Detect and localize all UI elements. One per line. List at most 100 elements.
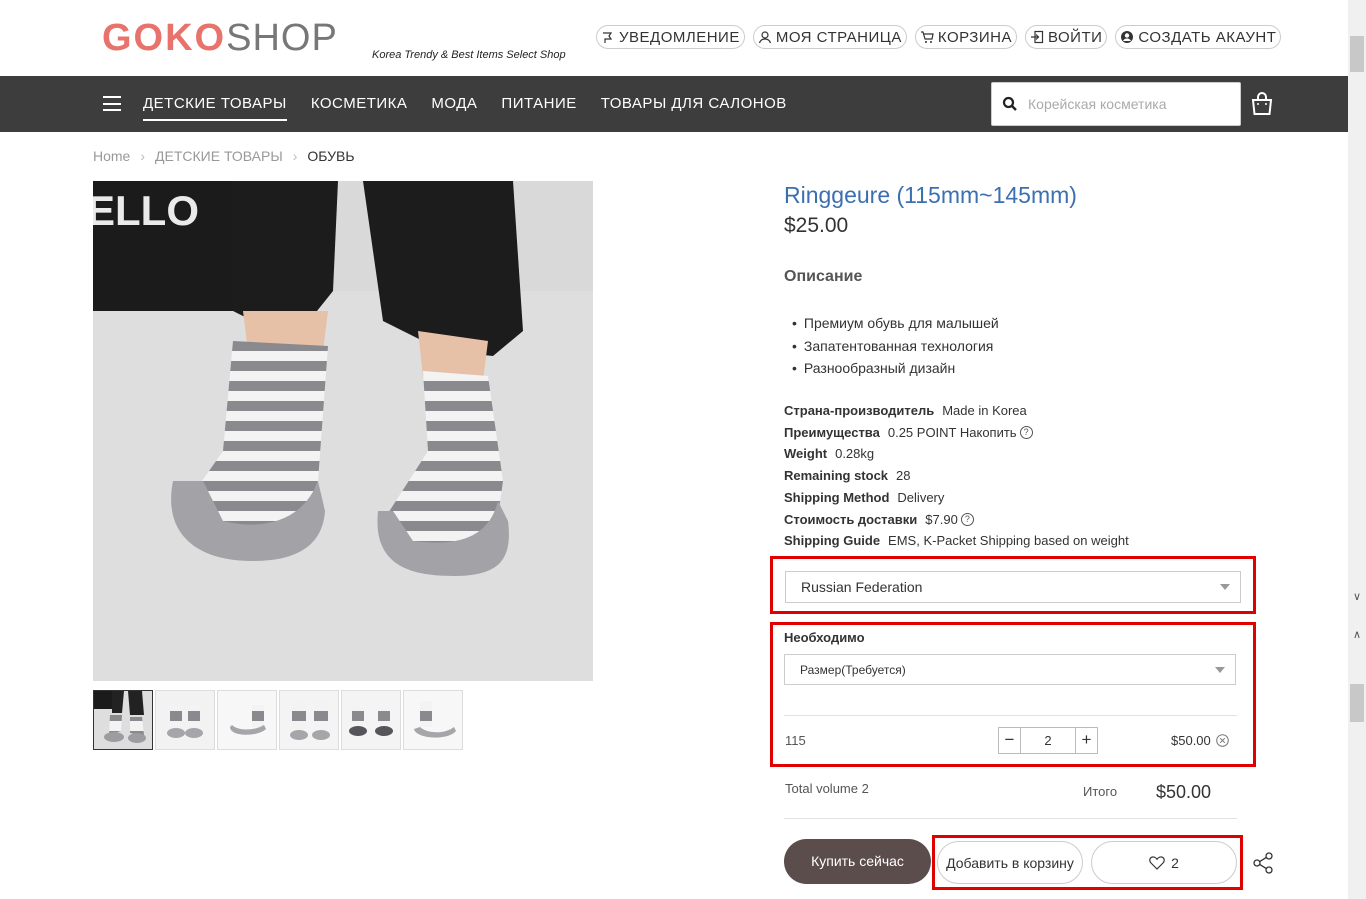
buy-now-button[interactable]: Купить сейчас: [784, 839, 931, 884]
thumbnail[interactable]: [93, 690, 153, 750]
caret-down-icon: [1215, 667, 1225, 673]
wall-text: ELLO: [93, 187, 199, 234]
spec-key: Shipping Guide: [784, 533, 881, 549]
caret-down-icon: [1220, 584, 1230, 590]
wishlist-button[interactable]: 2: [1091, 841, 1237, 884]
selected-option-size: 115: [785, 733, 806, 748]
spec-key: Shipping Method: [784, 489, 890, 505]
search-input[interactable]: [1028, 84, 1228, 124]
description-item: Запатентованная технология: [792, 335, 999, 358]
top-link-mypage-label: МОЯ СТРАНИЦА: [775, 28, 902, 46]
line-price: $50.00: [1171, 733, 1229, 748]
total-value: $50.00: [1156, 782, 1212, 802]
thumbnail[interactable]: [217, 690, 277, 750]
spec-value: 0.25 POINT Накопить: [887, 424, 1017, 440]
top-link-login-label: ВОЙТИ: [1047, 28, 1103, 46]
chevron-right-icon: ›: [140, 148, 146, 164]
scrollbar-thumb-lower[interactable]: [1350, 684, 1364, 722]
spec-row-country: Страна-производитель Made in Korea: [784, 400, 1129, 422]
nav-item-kids[interactable]: ДЕТСКИЕ ТОВАРЫ: [143, 76, 287, 132]
top-link-create-account[interactable]: СОЗДАТЬ АКАУНТ: [1115, 25, 1282, 49]
account-circle-icon: [1121, 31, 1134, 43]
quantity-decrease-button[interactable]: −: [999, 728, 1021, 753]
user-icon: [758, 31, 771, 44]
thumbnail[interactable]: [279, 690, 339, 750]
nav-item-food[interactable]: ПИТАНИЕ: [501, 76, 576, 132]
total-label: Итого: [1083, 784, 1118, 799]
product-price: $25.00: [784, 214, 849, 237]
breadcrumb-home[interactable]: Home: [93, 148, 130, 164]
site-tagline: Korea Trendy & Best Items Select Shop: [372, 49, 566, 61]
spec-key: Преимущества: [784, 424, 880, 440]
top-link-notice[interactable]: УВЕДОМЛЕНИЕ: [596, 25, 745, 49]
shopping-bag-icon[interactable]: [1250, 90, 1274, 116]
thumbnail[interactable]: [341, 690, 401, 750]
wishlist-count: 2: [1171, 854, 1179, 871]
product-photo: ELLO: [93, 181, 593, 681]
description-item: Премиум обувь для малышей: [792, 312, 999, 335]
spec-row-benefits: Преимущества 0.25 POINT Накопить?: [784, 422, 1129, 444]
thumbnail[interactable]: [155, 690, 215, 750]
share-icon[interactable]: [1252, 852, 1274, 874]
nav-item-cosmetics[interactable]: КОСМЕТИКА: [311, 76, 408, 132]
top-link-cart[interactable]: КОРЗИНА: [914, 25, 1017, 49]
breadcrumb: Home › ДЕТСКИЕ ТОВАРЫ › ОБУВЬ: [93, 148, 355, 164]
spec-list: Страна-производитель Made in Korea Преиму…: [784, 400, 1129, 552]
description-heading: Описание: [784, 268, 863, 285]
description-item: Разнообразный дизайн: [792, 357, 999, 380]
spec-row-stock: Remaining stock 28: [784, 465, 1129, 487]
page-scrollbar[interactable]: [1348, 0, 1366, 899]
line-price-value: $50.00: [1171, 733, 1211, 748]
product-title: Ringgeure (115mm~145mm): [784, 182, 1077, 208]
divider: [784, 818, 1237, 819]
menu-icon[interactable]: [103, 96, 121, 111]
heart-icon: [1149, 855, 1165, 870]
top-link-mypage[interactable]: МОЯ СТРАНИЦА: [752, 25, 907, 49]
logo-brand: GOKO: [102, 17, 227, 59]
help-icon[interactable]: ?: [1019, 426, 1033, 440]
login-icon: [1030, 30, 1044, 44]
quantity-increase-button[interactable]: +: [1075, 728, 1097, 753]
spec-key: Weight: [784, 446, 828, 462]
top-link-notice-label: УВЕДОМЛЕНИЕ: [619, 28, 740, 46]
spec-key: Страна-производитель: [784, 403, 935, 418]
description-list: Премиум обувь для малышей Запатентованна…: [792, 312, 999, 380]
help-icon[interactable]: ?: [960, 512, 974, 526]
add-to-cart-button[interactable]: Добавить в корзину: [937, 841, 1083, 884]
thumbnail-strip: [93, 690, 463, 750]
top-header: GOKOSHOP Korea Trendy & Best Items Selec…: [0, 0, 1348, 76]
breadcrumb-current[interactable]: ОБУВЬ: [307, 148, 354, 164]
thumbnail[interactable]: [403, 690, 463, 750]
scrollbar-thumb[interactable]: [1350, 36, 1364, 72]
size-select-value: Размер(Требуется): [800, 662, 906, 677]
page: GOKOSHOP Korea Trendy & Best Items Selec…: [0, 0, 1366, 899]
scroll-down-arrow-icon[interactable]: ∨: [1350, 590, 1364, 604]
top-link-cart-label: КОРЗИНА: [937, 28, 1012, 46]
product-main-image[interactable]: ELLO: [93, 181, 593, 681]
spec-row-weight: Weight 0.28kg: [784, 443, 1129, 465]
nav-item-fashion[interactable]: МОДА: [431, 76, 477, 132]
megaphone-icon: [603, 32, 613, 43]
required-label: Необходимо: [784, 630, 865, 645]
size-select[interactable]: Размер(Требуется): [784, 654, 1236, 685]
remove-icon[interactable]: [1215, 734, 1229, 747]
search-icon[interactable]: [1002, 96, 1018, 112]
country-select[interactable]: Russian Federation: [785, 571, 1241, 603]
quantity-input[interactable]: [1021, 728, 1075, 753]
spec-row-shipping-cost: Стоимость доставки $7.90?: [784, 509, 1129, 531]
top-link-create-account-label: СОЗДАТЬ АКАУНТ: [1138, 28, 1277, 46]
search-box: [991, 82, 1241, 126]
site-logo[interactable]: GOKOSHOP: [102, 18, 338, 58]
scroll-up-arrow-icon[interactable]: ∧: [1350, 628, 1364, 642]
cart-icon: [920, 31, 934, 43]
spec-key: Стоимость доставки: [784, 511, 918, 527]
nav-item-salon[interactable]: ТОВАРЫ ДЛЯ САЛОНОВ: [601, 76, 787, 132]
quantity-stepper: − +: [998, 727, 1098, 754]
top-link-login[interactable]: ВОЙТИ: [1024, 25, 1108, 49]
spec-row-shipping-method: Shipping Method Delivery: [784, 487, 1129, 509]
total-volume: Total volume 2: [785, 781, 869, 796]
spec-row-shipping-guide: Shipping Guide EMS, K-Packet Shipping bas…: [784, 530, 1129, 552]
breadcrumb-category[interactable]: ДЕТСКИЕ ТОВАРЫ: [155, 148, 283, 164]
country-select-value: Russian Federation: [801, 579, 923, 595]
spec-value: 28: [896, 468, 911, 484]
